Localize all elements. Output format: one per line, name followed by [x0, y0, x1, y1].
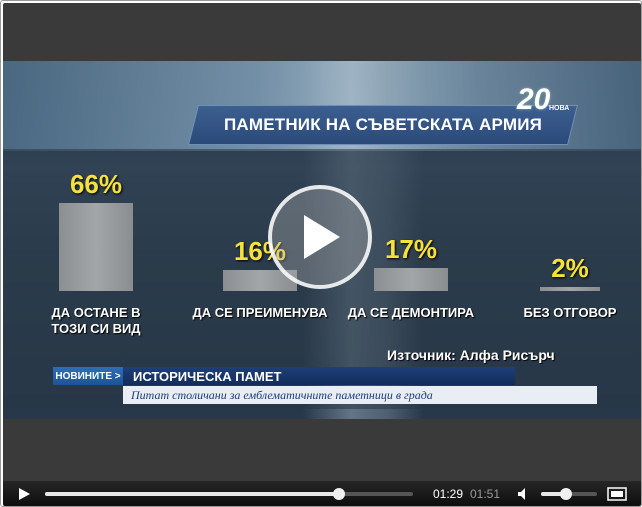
play-overlay-button[interactable] — [268, 185, 372, 289]
letterbox-bottom — [3, 419, 641, 481]
play-overlay-icon — [304, 215, 340, 259]
seek-handle[interactable] — [333, 488, 346, 500]
chart-value-label: 2% — [551, 253, 589, 283]
chart-category-label: ДА СЕ ДЕМОНТИРА — [347, 305, 475, 320]
current-time: 01:29 — [433, 487, 464, 501]
chart-bar — [540, 287, 600, 291]
volume-handle[interactable] — [560, 488, 573, 500]
sub-headline: Питат столичани за емблематичните паметн… — [123, 386, 597, 404]
chart-category-label: БЕЗ ОТГОВОР — [523, 305, 617, 320]
seek-bar[interactable] — [45, 488, 413, 500]
volume-slider[interactable] — [541, 488, 597, 500]
chart-category-label: ДА СЕ ПРЕИМЕНУВА — [192, 305, 328, 320]
news-tag: НОВИНИТЕ > — [53, 367, 123, 385]
fullscreen-icon[interactable] — [607, 487, 627, 501]
source-credit: Източник: Алфа Рисърч — [387, 347, 555, 363]
control-bar: 01:29 01:51 — [3, 481, 641, 506]
seek-bar-fill — [45, 492, 340, 496]
video-player: ПАМЕТНИК НА СЪВЕТСКАТА АРМИЯ 20 НОВА 66%… — [0, 0, 642, 507]
letterbox-top — [3, 3, 641, 61]
headline: ИСТОРИЧЕСКА ПАМЕТ — [123, 367, 515, 385]
duration: 01:51 — [470, 487, 501, 501]
volume-icon[interactable] — [517, 487, 531, 501]
chart-category-label: ДА ОСТАНЕ В ТОЗИ СИ ВИД — [51, 305, 141, 336]
play-icon[interactable] — [17, 487, 31, 501]
chart-bar — [374, 268, 448, 291]
video-frame[interactable]: ПАМЕТНИК НА СЪВЕТСКАТА АРМИЯ 20 НОВА 66%… — [3, 61, 641, 419]
chart-value-label: 66% — [69, 169, 123, 199]
chart-bar — [59, 203, 133, 291]
chart-value-label: 17% — [384, 234, 438, 264]
